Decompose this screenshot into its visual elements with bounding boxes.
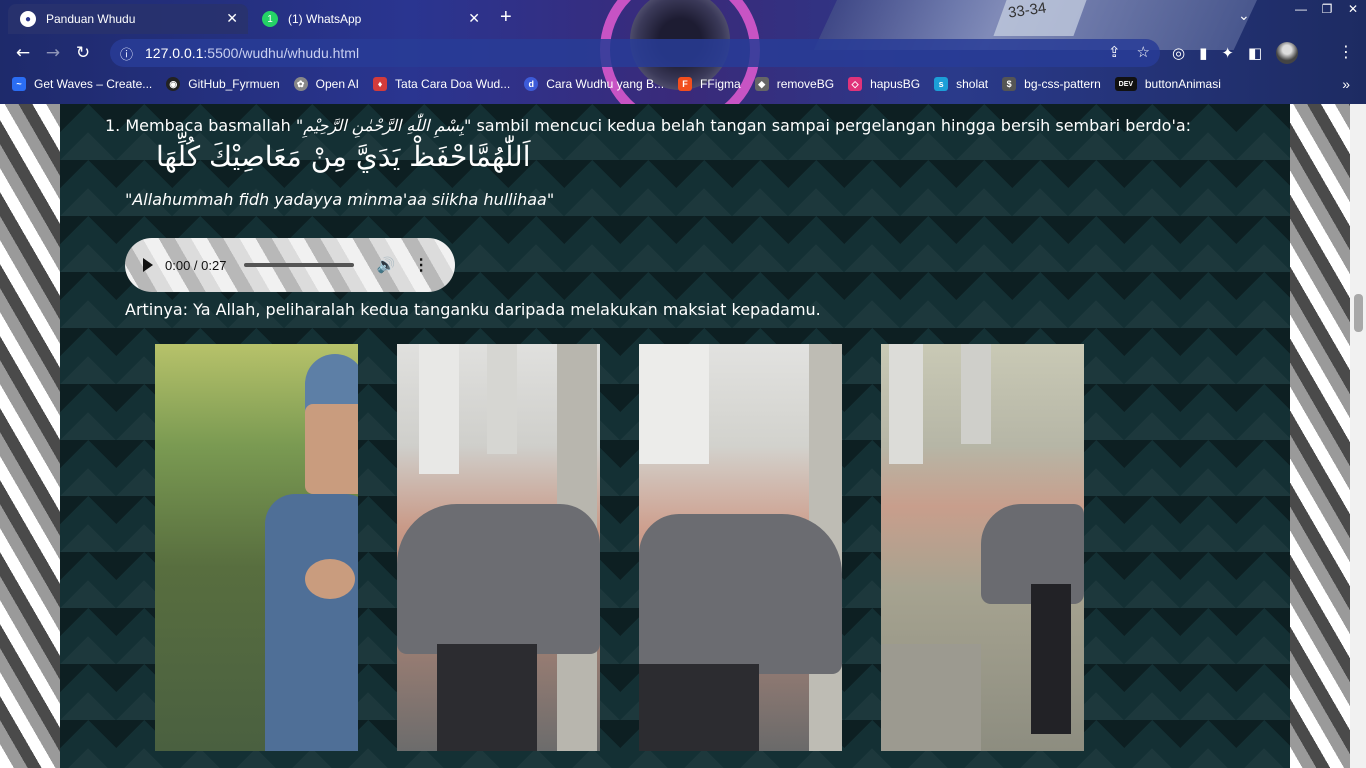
step-suffix: " sambil mencuci kedua belah tangan samp… [464,116,1192,135]
bookmark-label: Tata Cara Doa Wud... [395,77,511,91]
tab-title: Panduan Whudu [46,12,136,26]
page-viewport: 1. Membaca basmallah "بِسْمِ اللّٰهِ الر… [0,104,1350,768]
window-controls: — ❐ ✕ [1288,0,1366,18]
bookmark-item[interactable]: s sholat [934,77,988,91]
bookmark-item[interactable]: ◆ removeBG [754,77,835,91]
menu-kebab-icon[interactable]: ⋮ [1338,42,1354,61]
photo-step-washing-1 [397,344,600,751]
close-icon[interactable]: ✕ [468,10,480,27]
bookmark-label: sholat [956,77,989,91]
bookmarks-bar: ~ Get Waves – Create... ◉ GitHub_Fyrmuen ✿… [0,72,1366,96]
url-path: :5500/wudhu/whudu.html [203,45,360,61]
pattern-icon: $ [1002,77,1017,91]
photo-step-washing-2 [639,344,842,751]
doa-latin: "Allahummah fidh yadayya minma'aa siikha… [125,190,555,209]
globe-icon: ● [20,11,36,27]
forward-arrow-icon[interactable]: → [38,38,68,68]
tab-panduan-whudu[interactable]: ● Panduan Whudu ✕ [8,4,248,34]
bookmark-item[interactable]: ~ Get Waves – Create... [12,77,152,91]
bookmark-item[interactable]: ✿ Open AI [293,77,360,91]
bookmark-item[interactable]: ♦ Tata Cara Doa Wud... [373,77,510,91]
browser-toolbar: ← → ↻ ⓘ 127.0.0.1:5500/wudhu/whudu.html … [0,36,1366,70]
step-prefix: 1. Membaca basmallah " [105,116,304,135]
bookmark-label: hapusBG [870,77,921,91]
audio-time: 0:00 / 0:27 [165,257,227,273]
back-arrow-icon[interactable]: ← [8,38,38,68]
meaning-text: Artinya: Ya Allah, peliharalah kedua tan… [125,300,821,319]
chevron-down-icon[interactable]: ⌄ [1238,8,1250,24]
bookmark-label: Open AI [315,77,360,91]
bookmark-item[interactable]: ◇ hapusBG [848,77,920,91]
doa-arabic: اَللّٰهُمَّاحْفَظْ يَدَيَّ مِنْ مَعَاصِي… [156,140,531,173]
content-panel: 1. Membaca basmallah "بِسْمِ اللّٰهِ الر… [60,104,1290,768]
address-bar[interactable]: ⓘ 127.0.0.1:5500/wudhu/whudu.html ⇪ ☆ [110,39,1160,67]
photo-step-washing-3 [881,344,1084,751]
step-instruction: 1. Membaca basmallah "بِسْمِ اللّٰهِ الر… [105,116,1191,135]
bookmark-label: Cara Wudhu yang B... [546,77,665,91]
basmallah-text: بِسْمِ اللّٰهِ الرَّحْمٰنِ الرَّحِيْمِ [303,116,465,135]
minimize-icon[interactable]: — [1288,0,1314,18]
bookmark-item[interactable]: F FFigma [678,77,741,91]
bookmark-label: removeBG [776,77,835,91]
page-scrollbar[interactable] [1350,104,1366,768]
site-icon: ♦ [373,77,388,91]
close-window-icon[interactable]: ✕ [1340,0,1366,18]
bookmark-item[interactable]: d Cara Wudhu yang B... [524,77,664,91]
volume-icon[interactable]: 🔊 [376,256,395,274]
bookmark-item[interactable]: ◉ GitHub_Fyrmuen [166,77,280,91]
bookmark-label: GitHub_Fyrmuen [188,77,280,91]
extension-doc-icon[interactable]: ▮ [1199,44,1207,62]
s-icon: s [934,77,949,91]
extensions-area: ◎ ▮ ✦ ◧ [1172,42,1299,64]
info-icon[interactable]: ⓘ [120,44,133,63]
photo-step-praying [155,344,358,751]
bookmark-item[interactable]: $ bg-css-pattern [1002,77,1101,91]
bookmark-item[interactable]: DEV buttonAnimasi [1114,77,1221,91]
sidepanel-icon[interactable]: ◧ [1248,44,1262,62]
close-icon[interactable]: ✕ [226,10,238,27]
figma-icon: F [678,77,693,91]
d-icon: d [524,77,539,91]
more-options-icon[interactable]: ⋮ [413,255,429,275]
avatar[interactable] [1276,42,1299,64]
tab-title: (1) WhatsApp [288,12,362,26]
waves-icon: ~ [12,77,26,91]
bookmark-label: FFigma [700,77,741,91]
github-icon: ◉ [166,77,181,91]
extension-circle-icon[interactable]: ◎ [1172,44,1185,62]
url-host: 127.0.0.1 [145,45,204,61]
audio-player[interactable]: 0:00 / 0:27 🔊 ⋮ [125,238,455,292]
new-tab-button[interactable]: + [500,6,512,29]
puzzle-icon[interactable]: ✦ [1221,44,1234,62]
dev-icon: DEV [1114,77,1137,91]
share-icon[interactable]: ⇪ [1108,43,1121,61]
openai-icon: ✿ [293,77,308,91]
reload-icon[interactable]: ↻ [68,38,98,68]
scrollbar-thumb[interactable] [1354,294,1363,332]
chevron-double-right-icon[interactable]: » [1342,76,1350,92]
bookmark-label: bg-css-pattern [1024,77,1101,91]
star-icon[interactable]: ☆ [1137,43,1150,61]
browser-chrome: 33-34 ● Panduan Whudu ✕ 1 (1) WhatsApp ✕… [0,0,1366,104]
play-icon[interactable] [143,258,153,272]
whatsapp-icon: 1 [262,11,278,27]
bookmark-label: Get Waves – Create... [34,77,153,91]
audio-progress-slider[interactable] [244,263,355,267]
layers-icon: ◆ [754,77,769,91]
restore-icon[interactable]: ❐ [1314,0,1340,18]
bookmark-label: buttonAnimasi [1144,77,1221,91]
diamond-icon: ◇ [848,77,863,91]
tab-whatsapp[interactable]: 1 (1) WhatsApp ✕ [250,4,490,34]
